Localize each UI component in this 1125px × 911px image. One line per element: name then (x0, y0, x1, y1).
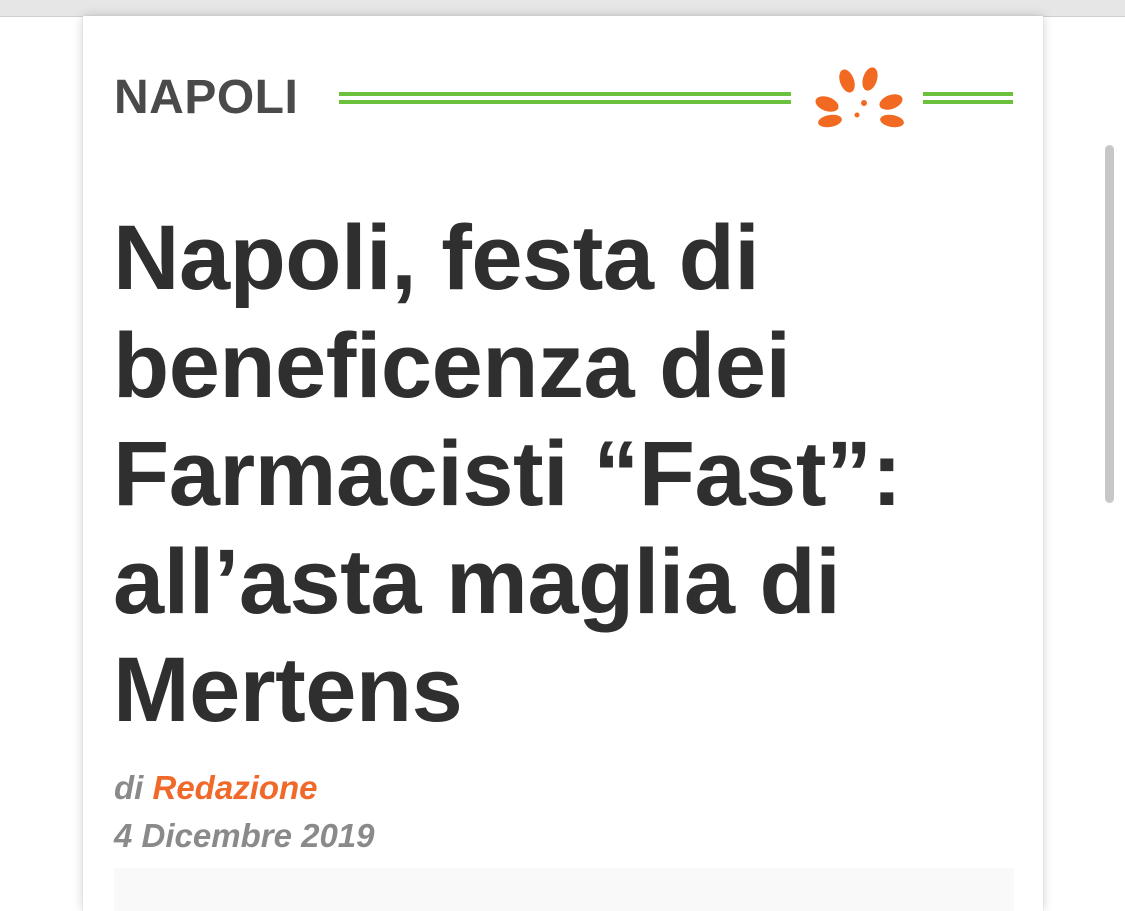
article-date: 4 Dicembre 2019 (114, 817, 375, 854)
vertical-scrollbar[interactable] (1105, 145, 1114, 503)
section-rule-left (339, 92, 791, 104)
starburst-logo-icon (815, 67, 904, 128)
section-header: NAPOLI (114, 67, 1014, 132)
browser-top-bar (0, 0, 1125, 17)
article-card: NAPOLI Napoli, festa di beneficenza dei … (83, 16, 1043, 911)
article-headline: Napoli, festa di beneficenza dei Farmaci… (113, 207, 902, 741)
author-link[interactable]: Redazione (153, 769, 318, 806)
article-byline: di Redazione (114, 768, 318, 808)
section-label[interactable]: NAPOLI (114, 72, 298, 124)
section-rule-right (923, 92, 1013, 104)
byline-prefix: di (114, 769, 144, 806)
article-body-preview (114, 868, 1014, 911)
